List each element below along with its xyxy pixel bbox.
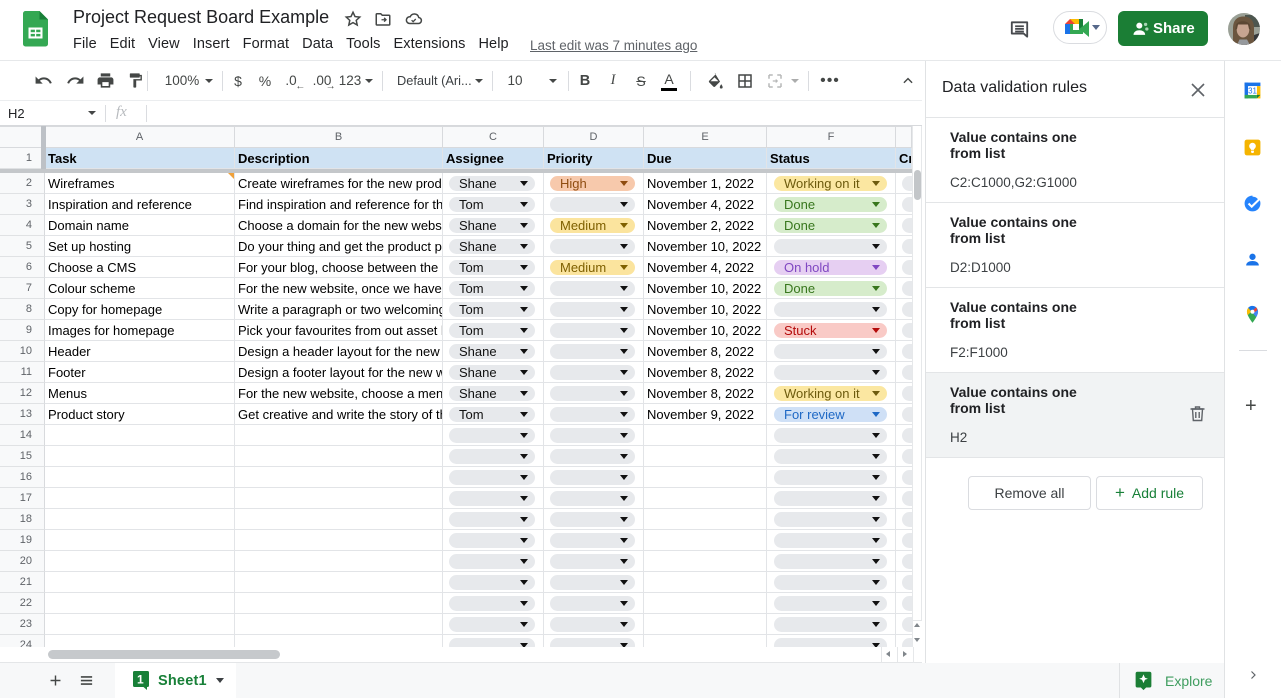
svg-text:31: 31	[1248, 86, 1257, 95]
svg-text:1: 1	[137, 672, 144, 686]
